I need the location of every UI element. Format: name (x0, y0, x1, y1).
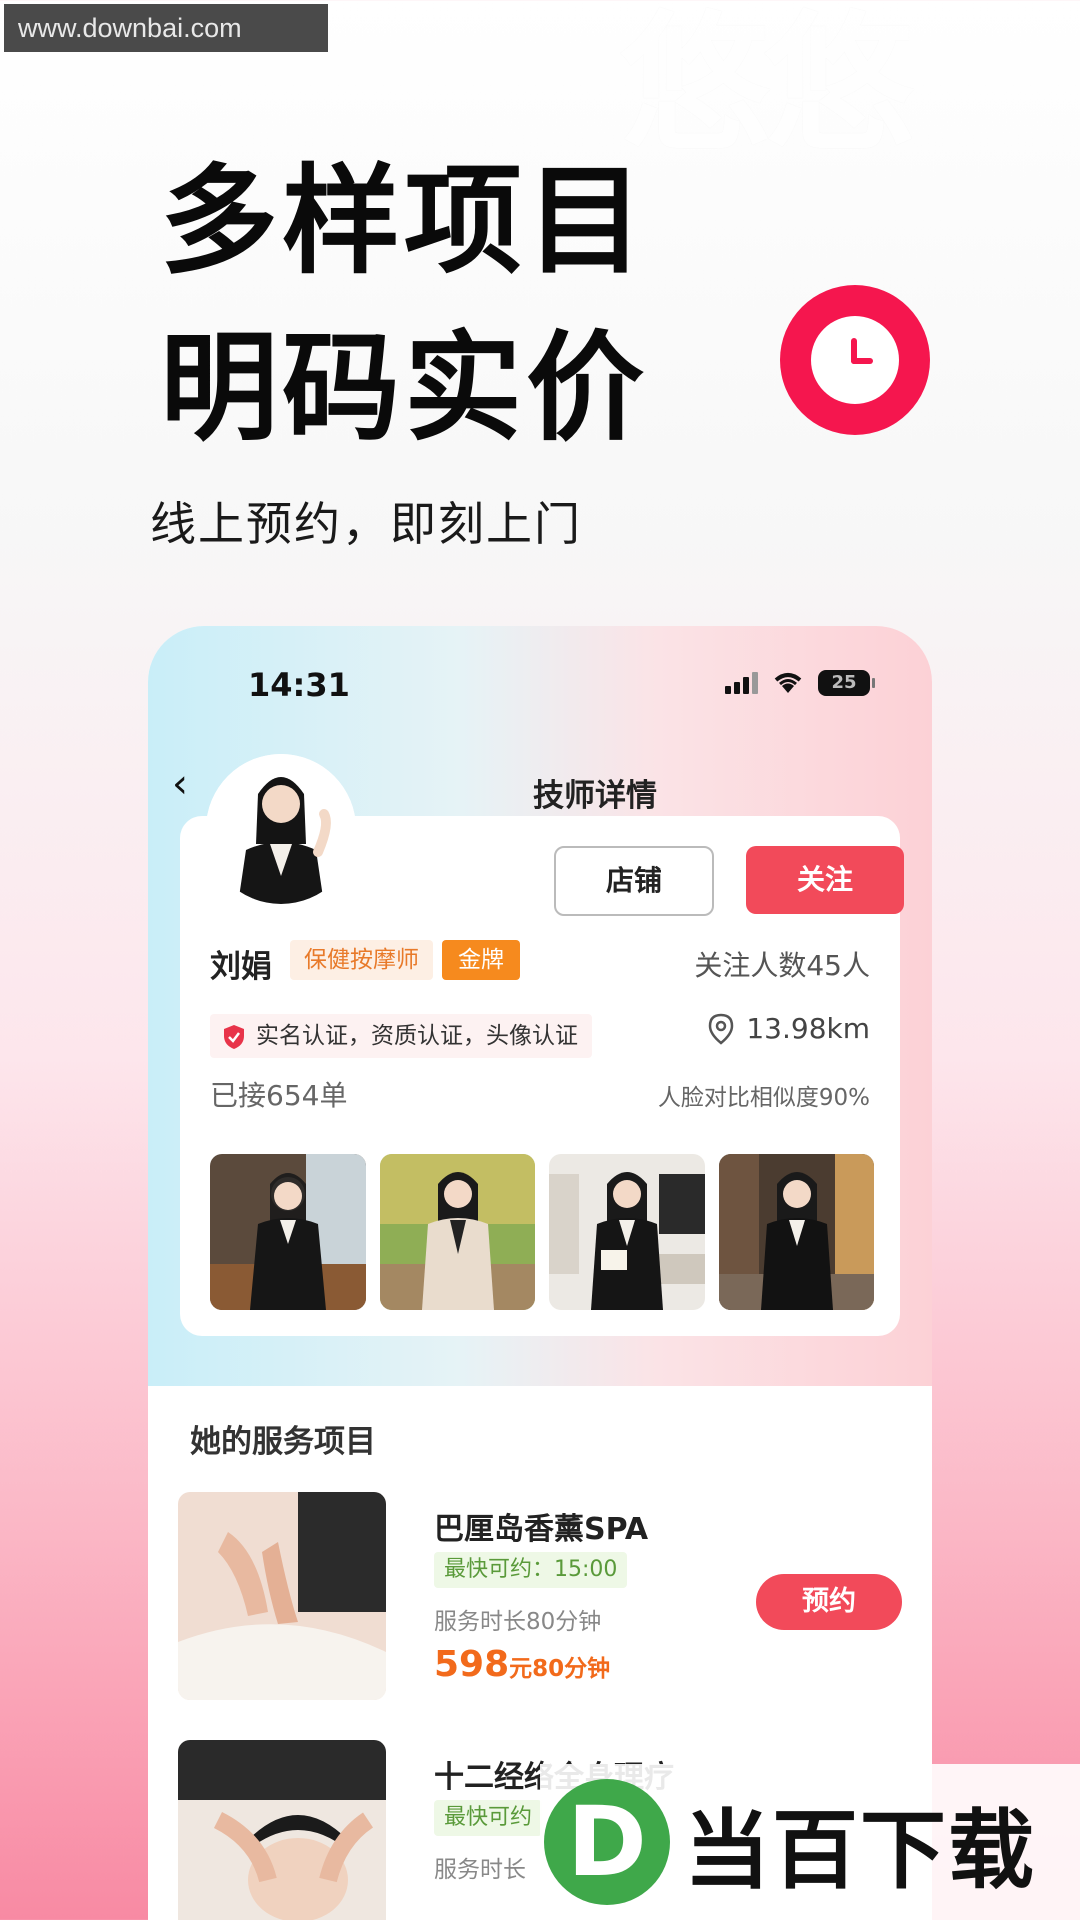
service-item[interactable]: 巴厘岛香薰SPA 最快可约：15:00 服务时长80分钟 598元80分钟 预约 (178, 1492, 902, 1702)
services-section-title: 她的服务项目 (190, 1424, 376, 1460)
download-site-watermark: D 当百下载 (540, 1764, 1080, 1920)
service-duration: 服务时长 (434, 1857, 526, 1883)
face-similarity: 人脸对比相似度90% (657, 1085, 870, 1111)
price-amount: 598 (434, 1644, 510, 1685)
service-thumbnail (178, 1492, 386, 1700)
gallery-photo-living-room[interactable] (549, 1154, 705, 1310)
brand-logo: 悠悠 (620, 0, 914, 172)
headline-line-2: 明码实价 (160, 319, 649, 457)
distance: 13.98km (708, 1012, 870, 1045)
download-logo-icon: D (544, 1779, 670, 1905)
price-unit: 元80分钟 (509, 1656, 611, 1682)
followers-count: 关注人数45人 (694, 949, 870, 982)
orders-count: 已接654单 (210, 1079, 348, 1112)
certification-badge: 实名认证，资质认证，头像认证 (210, 1014, 592, 1058)
follow-button[interactable]: 关注 (746, 846, 904, 914)
clock-icon (780, 285, 930, 435)
status-time: 14:31 (248, 666, 350, 704)
book-button[interactable]: 预约 (756, 1574, 902, 1630)
service-price: 598元80分钟 (434, 1644, 610, 1685)
service-availability: 最快可约 (434, 1800, 543, 1836)
service-thumbnail (178, 1740, 386, 1920)
profile-header-background: 14:31 25 ‹ 技师详情 店铺 关注 刘娟 保健按摩师 金牌 关注人数45… (148, 626, 932, 1386)
website-watermark: www.downbai.com (4, 4, 328, 52)
service-name: 巴厘岛香薰SPA (434, 1512, 649, 1547)
distance-value: 13.98km (746, 1012, 870, 1045)
gallery-photo-park[interactable] (379, 1154, 535, 1310)
technician-name: 刘娟 (210, 949, 272, 985)
status-icons: 25 (725, 668, 875, 698)
headline-line-1: 多样项目 (160, 152, 649, 290)
level-tag: 金牌 (442, 940, 520, 980)
photo-gallery (210, 1154, 874, 1310)
gallery-photo-cafe[interactable] (210, 1154, 366, 1310)
wifi-icon (772, 671, 804, 695)
battery-icon: 25 (818, 670, 875, 696)
shop-button[interactable]: 店铺 (554, 846, 714, 916)
service-duration: 服务时长80分钟 (434, 1609, 602, 1635)
avatar[interactable] (206, 754, 356, 904)
download-site-name: 当百下载 (684, 1800, 1036, 1901)
gallery-photo-street[interactable] (718, 1154, 874, 1310)
location-pin-icon (709, 1013, 734, 1045)
certification-text: 实名认证，资质认证，头像认证 (256, 1023, 578, 1049)
subtitle: 线上预约，即刻上门 (150, 497, 582, 551)
service-availability: 最快可约：15:00 (434, 1552, 628, 1588)
role-tag: 保健按摩师 (290, 940, 433, 980)
shield-check-icon (224, 1025, 244, 1049)
signal-icon (725, 672, 758, 694)
phone-mockup: 14:31 25 ‹ 技师详情 店铺 关注 刘娟 保健按摩师 金牌 关注人数45… (148, 626, 932, 1920)
